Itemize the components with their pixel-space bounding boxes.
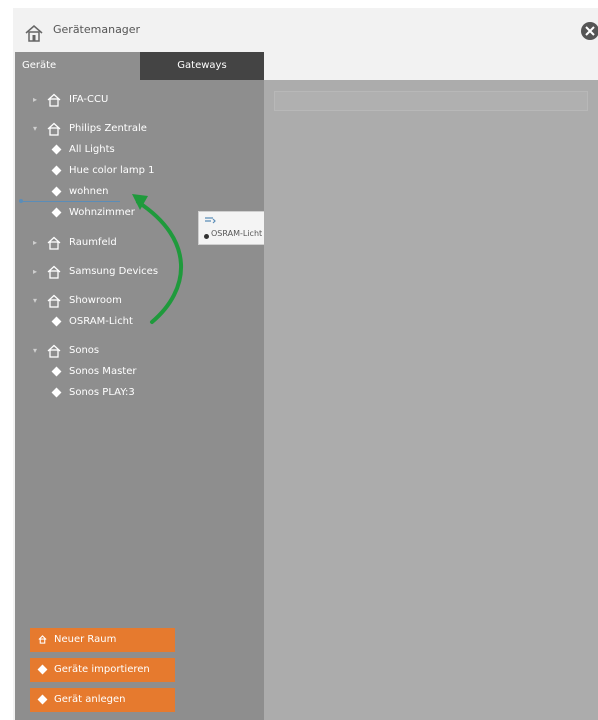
house-icon xyxy=(47,265,61,279)
collapse-arrow-icon[interactable]: ▾ xyxy=(33,342,41,355)
tree-label: Sonos Master xyxy=(69,366,137,377)
house-icon xyxy=(47,236,61,250)
create-device-label: Gerät anlegen xyxy=(54,694,126,705)
device-diamond-icon xyxy=(51,186,62,197)
new-room-button[interactable]: Neuer Raum xyxy=(30,628,175,652)
import-devices-label: Geräte importieren xyxy=(54,664,150,675)
new-room-label: Neuer Raum xyxy=(54,634,117,645)
device-diamond-icon xyxy=(51,207,62,218)
house-icon xyxy=(47,344,61,358)
tree-label: Hue color lamp 1 xyxy=(69,165,155,176)
house-icon xyxy=(47,122,61,136)
content-pane xyxy=(264,52,598,720)
drag-cursor-icon xyxy=(205,217,216,224)
collapse-arrow-icon[interactable]: ▾ xyxy=(33,292,41,305)
device-diamond-icon xyxy=(51,316,62,327)
tree-label: Sonos xyxy=(69,345,100,356)
expand-arrow-icon[interactable]: ▸ xyxy=(33,234,41,247)
create-device-button[interactable]: Gerät anlegen xyxy=(30,688,175,712)
tree-label: Philips Zentrale xyxy=(69,123,147,134)
import-devices-button[interactable]: Geräte importieren xyxy=(30,658,175,682)
drop-indicator-line xyxy=(20,201,120,202)
close-icon[interactable] xyxy=(580,21,598,41)
house-icon xyxy=(38,635,47,644)
content-header xyxy=(264,52,598,80)
tree-label: Sonos PLAY:3 xyxy=(69,387,135,398)
sidebar: Geräte Gateways ▸ IFA-CCU ▾ Philips Zent… xyxy=(15,52,264,720)
expand-arrow-icon[interactable]: ▸ xyxy=(33,91,41,104)
window-title: Gerätemanager xyxy=(53,23,141,36)
diamond-icon xyxy=(37,694,48,705)
content-input-bar[interactable] xyxy=(274,91,588,111)
house-icon xyxy=(47,93,61,107)
tree-label: All Lights xyxy=(69,144,115,155)
expand-arrow-icon[interactable]: ▸ xyxy=(33,263,41,276)
device-diamond-icon xyxy=(51,144,62,155)
tree-label: Showroom xyxy=(69,295,122,306)
titlebar: Gerätemanager xyxy=(13,8,598,52)
tab-bar: Geräte Gateways xyxy=(15,52,264,80)
green-curved-arrow-icon xyxy=(132,194,183,324)
tree-label: wohnen xyxy=(69,186,109,197)
tree-label: IFA-CCU xyxy=(69,94,109,105)
diamond-icon xyxy=(37,664,48,675)
device-diamond-icon xyxy=(51,366,62,377)
tree-label: Raumfeld xyxy=(69,237,117,248)
bullet-icon xyxy=(204,234,209,239)
tab-gateways[interactable]: Gateways xyxy=(140,52,264,80)
collapse-arrow-icon[interactable]: ▾ xyxy=(33,120,41,133)
device-diamond-icon xyxy=(51,387,62,398)
device-diamond-icon xyxy=(51,165,62,176)
drag-preview-label: OSRAM-Licht xyxy=(211,229,263,238)
tab-devices[interactable]: Geräte xyxy=(15,52,140,80)
house-icon xyxy=(47,294,61,308)
house-icon xyxy=(25,25,43,42)
